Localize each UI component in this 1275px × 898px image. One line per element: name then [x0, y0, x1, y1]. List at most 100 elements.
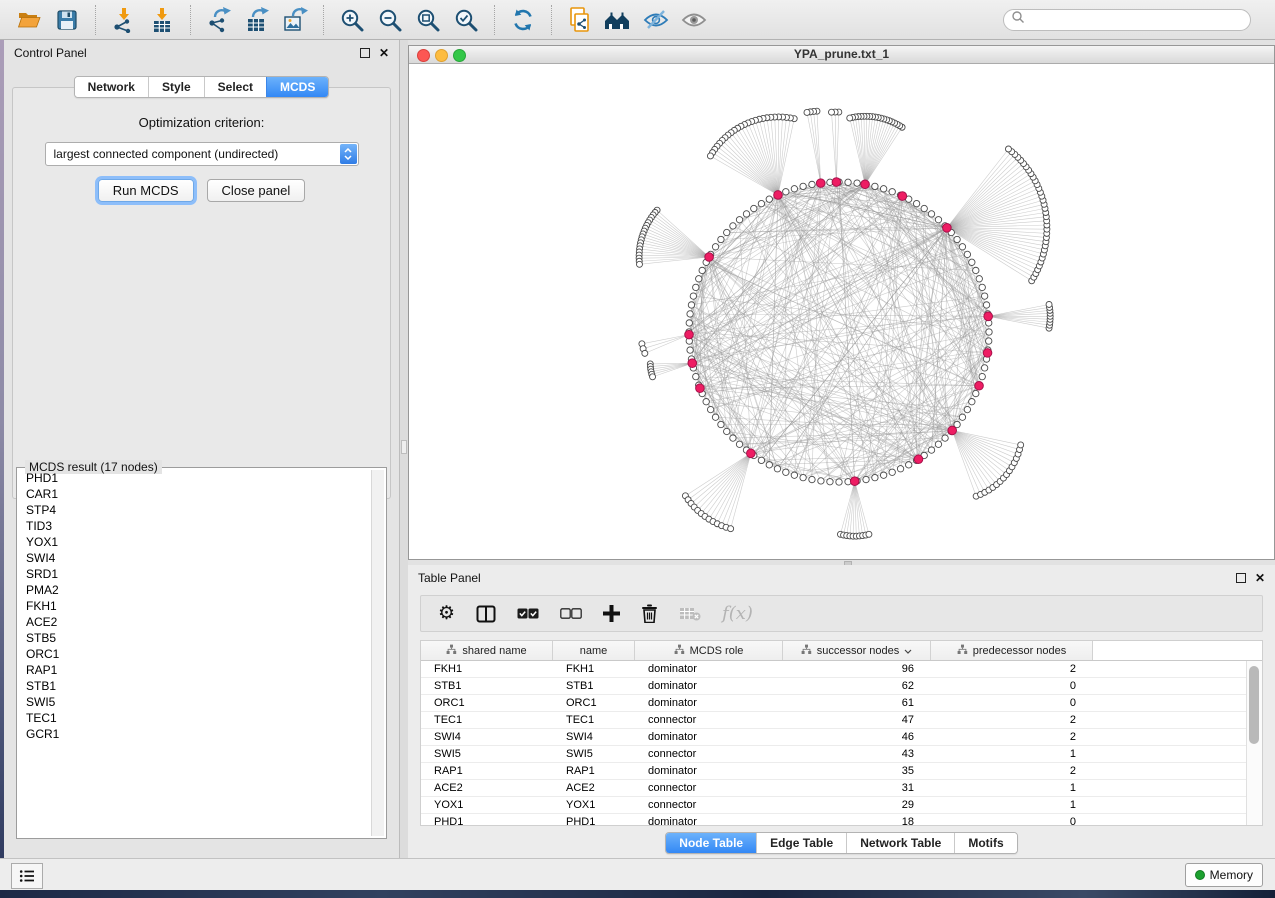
- table-row[interactable]: ACE2ACE2connector311: [421, 780, 1262, 797]
- refresh-layout-icon[interactable]: [504, 3, 542, 37]
- zoom-selected-icon[interactable]: [447, 3, 485, 37]
- mcds-result-item[interactable]: YOX1: [19, 534, 372, 550]
- tab-mcds[interactable]: MCDS: [266, 77, 328, 97]
- first-neighbors-icon[interactable]: [599, 3, 637, 37]
- open-file-icon[interactable]: [10, 3, 48, 37]
- delete-column-icon[interactable]: [641, 602, 658, 626]
- control-panel: Control Panel ✕ NetworkStyleSelectMCDS O…: [4, 40, 400, 858]
- column-header-successor-nodes[interactable]: successor nodes: [783, 641, 931, 660]
- create-column-icon[interactable]: [603, 602, 620, 626]
- mcds-result-item[interactable]: FKH1: [19, 598, 372, 614]
- cell: 2: [931, 729, 1093, 745]
- tab-edge-table[interactable]: Edge Table: [756, 833, 846, 853]
- network-window-titlebar[interactable]: YPA_prune.txt_1: [409, 46, 1274, 64]
- mcds-result-item[interactable]: SWI5: [19, 694, 372, 710]
- hide-selected-icon[interactable]: [637, 3, 675, 37]
- mcds-result-item[interactable]: ACE2: [19, 614, 372, 630]
- table-row[interactable]: PHD1PHD1dominator180: [421, 814, 1262, 826]
- mcds-result-item[interactable]: TID3: [19, 518, 372, 534]
- mcds-result-item[interactable]: PMA2: [19, 582, 372, 598]
- cell: TEC1: [553, 712, 635, 728]
- table-row[interactable]: SWI5SWI5connector431: [421, 746, 1262, 763]
- mcds-result-item[interactable]: GCR1: [19, 726, 372, 742]
- unselect-all-columns-icon[interactable]: [560, 602, 582, 626]
- column-header-name[interactable]: name: [553, 641, 635, 660]
- cell: connector: [635, 712, 783, 728]
- hierarchy-icon: [674, 644, 685, 658]
- cell: PHD1: [421, 814, 553, 826]
- table-row[interactable]: STB1STB1dominator620: [421, 678, 1262, 695]
- zoom-fit-icon[interactable]: [409, 3, 447, 37]
- node-table: shared namenameMCDS role successor nodes p…: [420, 640, 1263, 826]
- mcds-result-item[interactable]: CAR1: [19, 486, 372, 502]
- cell: 2: [931, 763, 1093, 779]
- mcds-result-item[interactable]: STB1: [19, 678, 372, 694]
- table-row[interactable]: ORC1ORC1dominator610: [421, 695, 1262, 712]
- cell: 29: [783, 797, 931, 813]
- mcds-result-item[interactable]: ORC1: [19, 646, 372, 662]
- table-options-gear-icon[interactable]: ⚙: [438, 602, 455, 626]
- tab-select[interactable]: Select: [204, 77, 266, 97]
- table-scrollbar[interactable]: [1246, 661, 1262, 825]
- zoom-out-icon[interactable]: [371, 3, 409, 37]
- float-panel-icon[interactable]: [1236, 573, 1246, 583]
- search-box[interactable]: [1003, 9, 1251, 31]
- mcds-result-item[interactable]: PHD1: [19, 470, 372, 486]
- vertical-splitter[interactable]: [400, 40, 408, 858]
- cell: dominator: [635, 678, 783, 694]
- export-network-icon[interactable]: [200, 3, 238, 37]
- show-column-panel-icon[interactable]: [476, 602, 496, 626]
- show-all-icon[interactable]: [675, 3, 713, 37]
- task-history-button[interactable]: [11, 863, 43, 889]
- import-table-icon[interactable]: [143, 3, 181, 37]
- memory-button[interactable]: Memory: [1185, 863, 1263, 887]
- table-row[interactable]: TEC1TEC1connector472: [421, 712, 1262, 729]
- splitter-grip[interactable]: [401, 440, 407, 454]
- tab-node-table[interactable]: Node Table: [666, 833, 756, 853]
- optimization-criterion-select[interactable]: largest connected component (undirected): [45, 142, 359, 166]
- tab-network[interactable]: Network: [75, 77, 148, 97]
- mcds-result-item[interactable]: SWI4: [19, 550, 372, 566]
- tab-style[interactable]: Style: [148, 77, 204, 97]
- mcds-result-item[interactable]: STB5: [19, 630, 372, 646]
- select-all-columns-icon[interactable]: [517, 602, 539, 626]
- cell: SWI4: [553, 729, 635, 745]
- float-panel-icon[interactable]: [360, 48, 370, 58]
- close-panel-button[interactable]: Close panel: [207, 179, 306, 202]
- cell: ORC1: [553, 695, 635, 711]
- network-graph[interactable]: [409, 64, 1274, 559]
- search-input[interactable]: [1025, 10, 1250, 30]
- new-network-from-selection-icon[interactable]: [561, 3, 599, 37]
- table-row[interactable]: RAP1RAP1dominator352: [421, 763, 1262, 780]
- tab-network-table[interactable]: Network Table: [846, 833, 954, 853]
- export-table-icon[interactable]: [238, 3, 276, 37]
- scrollbar-thumb[interactable]: [1249, 666, 1259, 744]
- network-canvas[interactable]: [409, 64, 1274, 559]
- cell: SWI5: [421, 746, 553, 762]
- column-header-shared-name[interactable]: shared name: [421, 641, 553, 660]
- mcds-result-item[interactable]: STP4: [19, 502, 372, 518]
- select-stepper-icon: [340, 144, 357, 164]
- table-row[interactable]: FKH1FKH1dominator962: [421, 661, 1262, 678]
- tab-motifs[interactable]: Motifs: [954, 833, 1016, 853]
- mcds-result-scrollbar[interactable]: [371, 470, 384, 836]
- import-network-icon[interactable]: [105, 3, 143, 37]
- cell: RAP1: [553, 763, 635, 779]
- close-panel-icon[interactable]: ✕: [379, 48, 389, 58]
- column-header-predecessor-nodes[interactable]: predecessor nodes: [931, 641, 1093, 660]
- column-label: successor nodes: [817, 645, 900, 657]
- zoom-in-icon[interactable]: [333, 3, 371, 37]
- mcds-result-item[interactable]: RAP1: [19, 662, 372, 678]
- table-row[interactable]: YOX1YOX1connector291: [421, 797, 1262, 814]
- close-panel-icon[interactable]: ✕: [1255, 573, 1265, 583]
- run-mcds-button[interactable]: Run MCDS: [98, 179, 194, 202]
- save-session-icon[interactable]: [48, 3, 86, 37]
- cell: 1: [931, 797, 1093, 813]
- mcds-result-item[interactable]: TEC1: [19, 710, 372, 726]
- cell: 0: [931, 814, 1093, 826]
- mcds-result-item[interactable]: SRD1: [19, 566, 372, 582]
- column-header-MCDS-role[interactable]: MCDS role: [635, 641, 783, 660]
- table-row[interactable]: SWI4SWI4dominator462: [421, 729, 1262, 746]
- export-image-icon[interactable]: [276, 3, 314, 37]
- cell: dominator: [635, 729, 783, 745]
